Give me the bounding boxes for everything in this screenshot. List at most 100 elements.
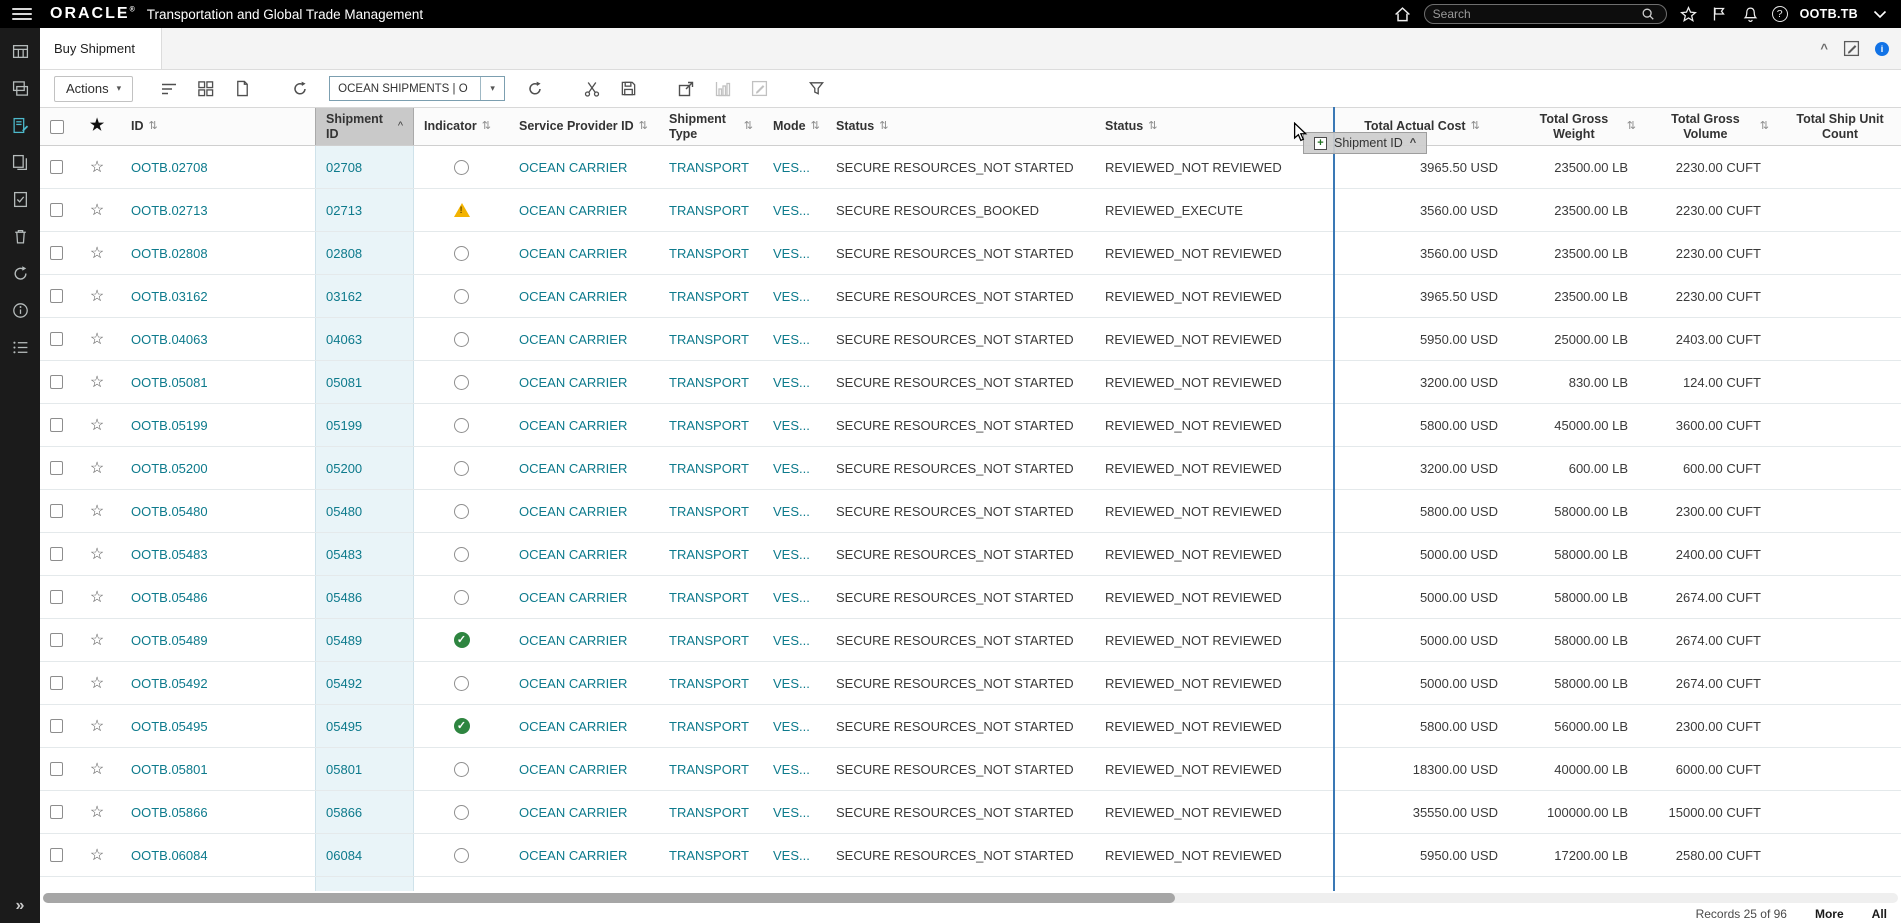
service-provider-cell[interactable]: OCEAN CARRIER [509,404,659,446]
all-button[interactable]: All [1872,907,1887,921]
shipment-id-link-cell[interactable]: OOTB.04063 [121,318,315,360]
search-icon[interactable] [1639,5,1658,24]
service-provider-cell[interactable]: OCEAN CARRIER [509,576,659,618]
service-provider-link[interactable]: OCEAN CARRIER [519,633,627,648]
favorite-star-icon[interactable]: ☆ [90,415,104,435]
shipment-id-link-cell[interactable]: OOTB.05483 [121,533,315,575]
favorite-star-icon[interactable]: ☆ [90,501,104,521]
row-checkbox[interactable] [50,848,63,862]
shipment-id-link-cell[interactable]: OOTB.05199 [121,404,315,446]
service-provider-cell[interactable]: OCEAN CARRIER [509,361,659,403]
indicator-icon[interactable] [454,503,469,519]
shipment-link[interactable]: OOTB.05486 [131,590,208,605]
shipment-type-cell[interactable]: TRANSPORT [659,404,763,446]
service-provider-cell[interactable]: OCEAN CARRIER [509,705,659,747]
row-checkbox[interactable] [50,246,63,260]
tab-buy-shipment[interactable]: Buy Shipment [40,28,162,69]
sort-icon[interactable]: ⇅ [149,120,158,133]
refresh-icon[interactable] [519,76,550,102]
shipment-type-cell[interactable] [659,877,763,891]
service-provider-cell[interactable]: OCEAN CARRIER [509,533,659,575]
row-select-cell[interactable] [40,533,73,575]
shipment-link[interactable]: OOTB.05081 [131,375,208,390]
indicator-icon[interactable] [454,374,469,390]
indicator-icon[interactable] [454,761,469,777]
service-provider-link[interactable]: OCEAN CARRIER [519,160,627,175]
info-icon[interactable] [11,301,29,319]
mode-link[interactable]: VES... [773,504,810,519]
shipment-type-cell[interactable]: TRANSPORT [659,232,763,274]
flag-icon[interactable] [1710,5,1729,24]
shipment-link[interactable]: OOTB.05483 [131,547,208,562]
row-checkbox[interactable] [50,375,63,389]
export-icon[interactable] [670,76,701,102]
row-checkbox[interactable] [50,289,63,303]
shipment-link[interactable]: OOTB.05801 [131,762,208,777]
indicator-cell[interactable] [414,404,509,446]
indicator-cell[interactable] [414,447,509,489]
indicator-cell[interactable] [414,748,509,790]
row-favorite-cell[interactable] [73,877,121,891]
row-favorite-cell[interactable]: ☆ [73,189,121,231]
export-document-icon[interactable] [227,76,258,102]
edit-workbench-icon[interactable] [1843,40,1860,57]
service-provider-cell[interactable]: OCEAN CARRIER [509,662,659,704]
service-provider-link[interactable]: OCEAN CARRIER [519,246,627,261]
indicator-cell[interactable] [414,490,509,532]
shipment-type-link[interactable]: TRANSPORT [669,246,749,261]
service-provider-link[interactable]: OCEAN CARRIER [519,375,627,390]
row-select-cell[interactable] [40,404,73,446]
mode-cell[interactable]: VES... [763,361,826,403]
shipment-type-link[interactable]: TRANSPORT [669,762,749,777]
mode-link[interactable]: VES... [773,590,810,605]
row-select-cell[interactable] [40,490,73,532]
manage-columns-icon[interactable] [153,76,184,102]
mode-cell[interactable]: VES... [763,146,826,188]
shipment-type-cell[interactable]: TRANSPORT [659,576,763,618]
mode-cell[interactable]: VES... [763,318,826,360]
indicator-icon[interactable] [454,804,469,820]
column-header-type[interactable]: Shipment Type ⇅ [659,108,763,145]
row-checkbox[interactable] [50,762,63,776]
shipment-id-link-cell[interactable]: OOTB.05480 [121,490,315,532]
favorite-star-icon[interactable]: ☆ [90,372,104,392]
mode-link[interactable]: VES... [773,805,810,820]
shipment-link[interactable]: OOTB.05495 [131,719,208,734]
row-favorite-cell[interactable]: ☆ [73,490,121,532]
shipment-type-link[interactable]: TRANSPORT [669,160,749,175]
collapse-caret-icon[interactable]: ^ [1820,41,1828,56]
mode-link[interactable]: VES... [773,289,810,304]
indicator-icon[interactable] [454,675,469,691]
indicator-icon[interactable]: ! [453,203,470,217]
mode-cell[interactable]: VES... [763,533,826,575]
sort-icon[interactable]: ⇅ [811,120,820,133]
column-header-ship_unit_count[interactable]: Total Ship Unit Count [1779,108,1901,145]
mode-cell[interactable]: VES... [763,490,826,532]
row-checkbox[interactable] [50,590,63,604]
row-select-cell[interactable] [40,834,73,876]
finders-list-icon[interactable] [11,338,29,356]
column-header-mode[interactable]: Mode ⇅ [763,108,826,145]
delete-trash-icon[interactable] [11,227,29,245]
indicator-cell[interactable] [414,275,509,317]
workbench-grid-icon[interactable] [11,42,29,60]
refresh-cycle-icon[interactable] [11,264,29,282]
service-provider-link[interactable]: OCEAN CARRIER [519,332,627,347]
row-favorite-cell[interactable]: ☆ [73,662,121,704]
favorites-icon[interactable] [1679,5,1698,24]
sort-icon[interactable]: ⇅ [744,120,753,133]
mode-cell[interactable]: VES... [763,662,826,704]
column-header-weight[interactable]: Total Gross Weight ⇅ [1516,108,1646,145]
favorite-star-icon[interactable]: ☆ [90,243,104,263]
scrollbar-track[interactable] [43,893,1898,903]
service-provider-link[interactable]: OCEAN CARRIER [519,547,627,562]
notifications-bell-icon[interactable] [1741,5,1760,24]
shipment-link[interactable]: OOTB.05200 [131,461,208,476]
indicator-icon[interactable] [454,159,469,175]
row-checkbox[interactable] [50,805,63,819]
row-checkbox[interactable] [50,676,63,690]
indicator-icon[interactable] [454,847,469,863]
shipment-type-link[interactable]: TRANSPORT [669,461,749,476]
indicator-icon[interactable] [454,288,469,304]
mode-link[interactable]: VES... [773,676,810,691]
